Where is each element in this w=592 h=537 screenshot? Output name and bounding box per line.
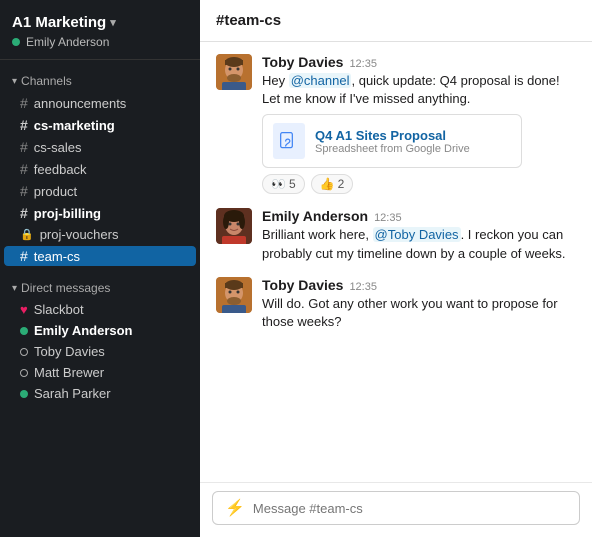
msg-2-header: Emily Anderson 12:35 xyxy=(262,208,576,224)
dm-label: Matt Brewer xyxy=(34,365,104,380)
dm-label: Toby Davies xyxy=(34,344,105,359)
message-3: Toby Davies 12:35 Will do. Got any other… xyxy=(216,277,576,331)
channel-header: #team-cs xyxy=(200,0,592,42)
sidebar-item-proj-vouchers[interactable]: 🔒 proj-vouchers xyxy=(4,225,196,244)
msg-2-text: Brilliant work here, @Toby Davies. I rec… xyxy=(262,226,576,262)
sidebar: A1 Marketing ▾ Emily Anderson ▾ Channels… xyxy=(0,0,200,537)
dm-section-label: Direct messages xyxy=(21,281,110,295)
channels-section-label: Channels xyxy=(21,74,72,88)
toby-status-dot xyxy=(20,348,28,356)
channel-title: #team-cs xyxy=(216,12,281,29)
channels-section-header[interactable]: ▾ Channels xyxy=(0,60,200,92)
channel-label: product xyxy=(34,184,77,199)
hash-icon: # xyxy=(20,95,28,111)
msg-2-time: 12:35 xyxy=(374,212,402,224)
reaction-count: 2 xyxy=(338,177,345,191)
dm-item-slackbot[interactable]: ♥ Slackbot xyxy=(4,300,196,319)
channel-label: proj-vouchers xyxy=(40,227,119,242)
sidebar-item-feedback[interactable]: # feedback xyxy=(4,159,196,179)
matt-status-dot xyxy=(20,369,28,377)
msg-1-header: Toby Davies 12:35 xyxy=(262,54,576,70)
emily-status-dot xyxy=(20,327,28,335)
attachment-name: Q4 A1 Sites Proposal xyxy=(315,128,470,143)
mention-toby: @Toby Davies xyxy=(373,227,461,242)
msg-1-reactions: 👀 5 👍 2 xyxy=(262,174,576,194)
avatar-toby xyxy=(216,54,252,90)
dm-label: Slackbot xyxy=(34,302,84,317)
hash-icon: # xyxy=(20,139,28,155)
user-online-dot xyxy=(12,38,20,46)
sidebar-item-proj-billing[interactable]: # proj-billing xyxy=(4,203,196,223)
sidebar-item-cs-marketing[interactable]: # cs-marketing xyxy=(4,115,196,135)
dm-label: Sarah Parker xyxy=(34,386,111,401)
attachment-file-icon xyxy=(273,123,305,159)
hash-icon: # xyxy=(20,161,28,177)
dm-item-matt[interactable]: Matt Brewer xyxy=(4,363,196,382)
msg-1-text: Hey @channel, quick update: Q4 proposal … xyxy=(262,72,576,108)
dm-section-header[interactable]: ▾ Direct messages xyxy=(0,267,200,299)
workspace-chevron: ▾ xyxy=(110,16,116,29)
sidebar-item-team-cs[interactable]: # team-cs xyxy=(4,246,196,266)
msg-1-author: Toby Davies xyxy=(262,54,343,70)
channel-label: feedback xyxy=(34,162,87,177)
reaction-thumbsup[interactable]: 👍 2 xyxy=(311,174,354,194)
message-1: Toby Davies 12:35 Hey @channel, quick up… xyxy=(216,54,576,194)
channel-label: cs-marketing xyxy=(34,118,115,133)
reaction-eyes[interactable]: 👀 5 xyxy=(262,174,305,194)
channel-label: cs-sales xyxy=(34,140,82,155)
msg-3-author: Toby Davies xyxy=(262,277,343,293)
messages-area: Toby Davies 12:35 Hey @channel, quick up… xyxy=(200,42,592,482)
msg-1-content: Toby Davies 12:35 Hey @channel, quick up… xyxy=(262,54,576,194)
msg-1-attachment[interactable]: Q4 A1 Sites Proposal Spreadsheet from Go… xyxy=(262,114,522,168)
hash-icon: # xyxy=(20,183,28,199)
msg-3-time: 12:35 xyxy=(349,281,377,293)
current-user-name: Emily Anderson xyxy=(26,35,109,49)
dm-label: Emily Anderson xyxy=(34,323,132,338)
msg-3-text: Will do. Got any other work you want to … xyxy=(262,295,576,331)
dm-arrow-icon: ▾ xyxy=(12,283,17,294)
attachment-sub: Spreadsheet from Google Drive xyxy=(315,143,470,155)
hash-icon: # xyxy=(20,205,28,221)
workspace-header: A1 Marketing ▾ Emily Anderson xyxy=(0,0,200,60)
msg-1-time: 12:35 xyxy=(349,58,377,70)
channels-arrow-icon: ▾ xyxy=(12,76,17,87)
channel-label: team-cs xyxy=(34,249,80,264)
msg-3-header: Toby Davies 12:35 xyxy=(262,277,576,293)
hash-icon: # xyxy=(20,117,28,133)
hash-icon: # xyxy=(20,248,28,264)
message-input[interactable] xyxy=(253,501,567,516)
current-user-status: Emily Anderson xyxy=(12,35,188,49)
avatar-emily xyxy=(216,208,252,244)
message-2: Emily Anderson 12:35 Brilliant work here… xyxy=(216,208,576,262)
msg-2-author: Emily Anderson xyxy=(262,208,368,224)
message-input-box: ⚡ xyxy=(212,491,580,525)
dm-item-emily[interactable]: Emily Anderson xyxy=(4,321,196,340)
sarah-status-dot xyxy=(20,390,28,398)
slackbot-heart-icon: ♥ xyxy=(20,302,28,317)
reaction-count: 5 xyxy=(289,177,296,191)
dm-item-sarah[interactable]: Sarah Parker xyxy=(4,384,196,403)
message-input-area: ⚡ xyxy=(200,482,592,537)
attachment-info: Q4 A1 Sites Proposal Spreadsheet from Go… xyxy=(315,128,470,155)
lightning-icon: ⚡ xyxy=(225,498,245,518)
dm-item-toby[interactable]: Toby Davies xyxy=(4,342,196,361)
channel-label: proj-billing xyxy=(34,206,101,221)
sidebar-item-cs-sales[interactable]: # cs-sales xyxy=(4,137,196,157)
workspace-name[interactable]: A1 Marketing ▾ xyxy=(12,14,188,31)
lock-icon: 🔒 xyxy=(20,228,34,241)
avatar-toby-2 xyxy=(216,277,252,313)
sidebar-item-announcements[interactable]: # announcements xyxy=(4,93,196,113)
mention-channel: @channel xyxy=(289,73,352,88)
workspace-title: A1 Marketing xyxy=(12,14,106,31)
msg-3-content: Toby Davies 12:35 Will do. Got any other… xyxy=(262,277,576,331)
channel-label: announcements xyxy=(34,96,127,111)
msg-2-content: Emily Anderson 12:35 Brilliant work here… xyxy=(262,208,576,262)
sidebar-item-product[interactable]: # product xyxy=(4,181,196,201)
main-panel: #team-cs xyxy=(200,0,592,537)
